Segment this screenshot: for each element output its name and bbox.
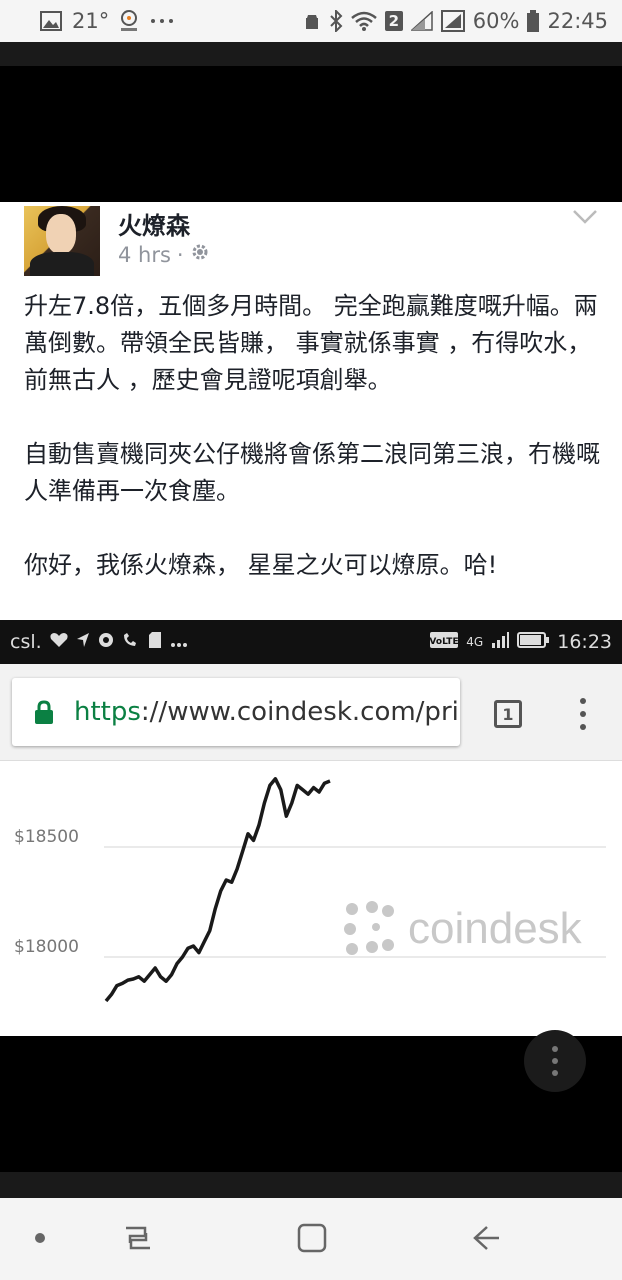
wifi-icon [350,11,377,31]
price-chart: coindesk $18500 $18000 [0,760,622,1036]
url-text: ://www.coindesk.com/pri [140,697,459,727]
coindesk-logo-icon [344,901,394,955]
bluetooth-icon [329,10,343,32]
embedded-status-bar: csl. VoLTE 4G 16:23 [0,620,622,664]
battery-percent: 60% [472,9,520,33]
bottom-bar-dark [0,1172,622,1198]
heart-icon [50,631,68,653]
navigation-bar [0,1198,622,1280]
browser-menu-button[interactable] [578,698,588,730]
address-bar[interactable]: https://www.coindesk.com/pri [12,678,460,746]
signal-box-icon [440,10,465,32]
lock-icon [35,700,53,724]
chevron-down-icon[interactable] [572,208,598,226]
recycle-icon [303,11,321,31]
post-card: 火燎森 4 hrs · 升左7.8倍，五個多月時間。 完全跑贏難度嘅升幅。兩萬倒… [0,202,622,620]
dot-icon[interactable] [20,1220,60,1256]
post-body: 升左7.8倍，五個多月時間。 完全跑贏難度嘅升幅。兩萬倒數。帶領全民皆賺， 事實… [24,288,604,584]
meta-separator: · [176,242,184,267]
url-scheme: https [74,697,141,727]
recent-apps-icon[interactable] [118,1220,158,1256]
back-icon[interactable] [466,1220,506,1256]
battery-icon [517,631,550,653]
post-paragraph: 你好，我係火燎森， 星星之火可以燎原。哈! [24,551,498,579]
browser-toolbar: https://www.coindesk.com/pri 1 [0,664,622,760]
post-time[interactable]: 4 hrs [118,243,171,267]
chart-svg: coindesk [104,777,606,1003]
overflow-menu-button[interactable] [524,1030,586,1092]
top-black-band [0,66,622,202]
circle-icon [98,631,114,653]
battery-icon [527,10,540,32]
post-meta: 4 hrs · [118,242,210,267]
tab-switcher-button[interactable]: 1 [494,700,522,728]
call-icon [122,631,140,653]
clock: 22:45 [547,9,608,33]
watermark-text: coindesk [408,904,583,953]
network-type: 4G [466,635,484,649]
cell-signal-icon [491,631,510,653]
price-line [104,777,331,1003]
carrier-label: csl. [10,631,42,653]
sd-card-icon [148,631,162,654]
post-paragraph: 升左7.8倍，五個多月時間。 完全跑贏難度嘅升幅。兩萬倒數。帶領全民皆賺， 事實… [24,292,598,394]
home-icon[interactable] [292,1220,332,1256]
volte-icon: VoLTE [430,631,459,653]
signal-icon [410,11,433,31]
avatar[interactable] [24,206,100,276]
image-icon [40,11,62,31]
more-icon [170,631,188,653]
post-author[interactable]: 火燎森 [118,206,190,241]
status-bar: 21° 2 60% 22:45 [0,0,622,42]
sim-icon: 2 [384,11,403,31]
embedded-clock: 16:23 [557,631,612,653]
y-tick-label: $18500 [14,827,79,847]
weather-icon [119,9,139,33]
y-tick-label: $18000 [14,937,79,957]
more-notifications-icon [149,17,175,25]
privacy-gear-icon [190,242,210,267]
svg-text:VoLTE: VoLTE [430,637,458,647]
top-bar-dark [0,42,622,66]
post-paragraph: 自動售賣機同夾公仔機將會係第二浪同第三浪，冇機嘅人準備再一次食塵。 [24,440,600,505]
temperature-text: 21° [72,9,110,33]
navigation-icon [76,631,90,653]
